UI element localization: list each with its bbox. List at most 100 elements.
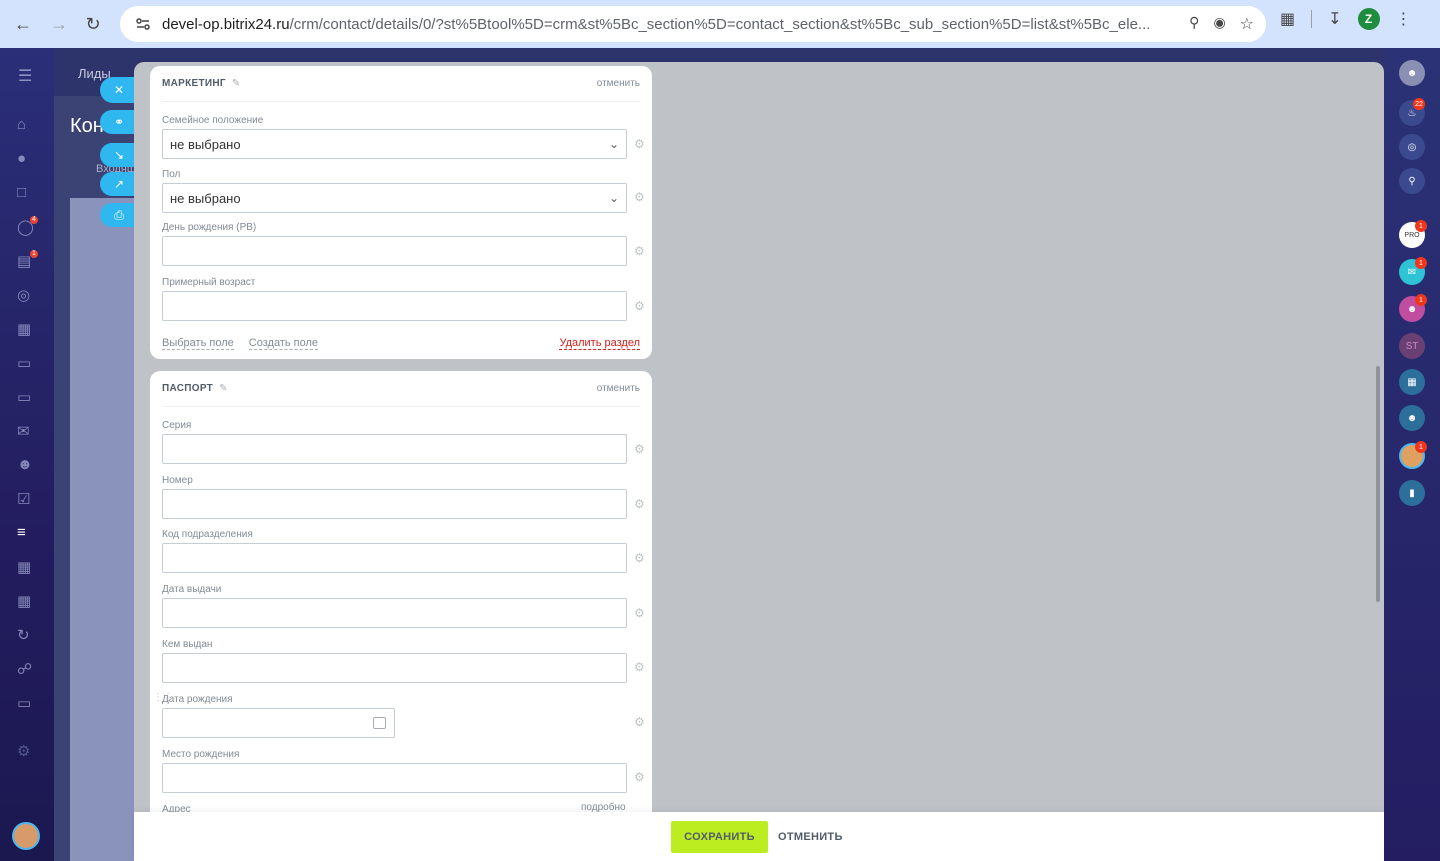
contacts-icon[interactable]: ☻ (17, 456, 37, 476)
profile-avatar[interactable]: Z (1357, 8, 1380, 30)
print-button[interactable]: ⎙ (100, 203, 138, 227)
field-settings-gear-icon[interactable]: ⚙ (634, 606, 645, 620)
monitor-icon[interactable]: □ (17, 184, 37, 204)
minimize-button[interactable]: ↘ (100, 143, 138, 167)
delete-section-link[interactable]: Удалить раздел (559, 337, 640, 350)
birthday-rv-input[interactable] (162, 236, 627, 266)
notifications-badge: 22 (1413, 98, 1425, 110)
field-label: Кем выдан (162, 639, 213, 650)
channels-badge: 1 (1415, 257, 1427, 269)
store-icon[interactable]: ▦ (17, 592, 37, 612)
field-division-code: Код подразделения ⚙ (162, 529, 645, 573)
back-icon[interactable]: ← (6, 7, 40, 41)
issued-by-input[interactable] (162, 653, 627, 683)
create-field-link[interactable]: Создать поле (248, 337, 319, 350)
field-settings-gear-icon[interactable]: ⚙ (634, 137, 645, 151)
section-cancel-link[interactable]: отменить (597, 78, 640, 89)
mail-icon[interactable]: ✉ (17, 422, 37, 442)
field-settings-gear-icon[interactable]: ⚙ (634, 660, 645, 674)
target-icon[interactable]: ◎ (17, 286, 37, 306)
birth-date-input[interactable] (162, 708, 395, 738)
menu-icon[interactable]: ⋮ (1396, 9, 1412, 29)
field-label: День рождения (РВ) (162, 222, 257, 233)
select-field-link[interactable]: Выбрать поле (162, 337, 234, 350)
chat-badge: 4 (30, 216, 38, 224)
birth-place-input[interactable] (162, 763, 627, 793)
address-bar[interactable]: devel-op.bitrix24.ru/crm/contact/details… (120, 6, 1266, 42)
field-birthday-rv: День рождения (РВ) ⚙ (162, 222, 645, 266)
field-birth-place: Место рождения ⚙ (162, 749, 645, 793)
eye-off-icon[interactable]: ◉ (1213, 14, 1225, 34)
cancel-button[interactable]: ОТМЕНИТЬ (778, 821, 843, 853)
crm-icon[interactable]: ≡ (17, 524, 37, 544)
forward-icon[interactable]: → (42, 7, 76, 41)
zoom-icon[interactable]: ⚲ (1189, 14, 1199, 34)
field-settings-gear-icon[interactable]: ⚙ (634, 190, 645, 204)
file-icon[interactable]: ▭ (17, 694, 37, 714)
field-label: Номер (162, 475, 193, 486)
division-code-input[interactable] (162, 543, 627, 573)
field-settings-gear-icon[interactable]: ⚙ (634, 551, 645, 565)
external-link-icon: ↗ (113, 177, 125, 191)
site-info-icon[interactable] (134, 15, 152, 33)
cart-icon[interactable]: ☍ (17, 660, 37, 680)
edit-title-pencil-icon[interactable]: ✎ (219, 383, 228, 394)
field-label: Дата рождения (162, 694, 233, 705)
number-input[interactable] (162, 489, 627, 519)
save-button[interactable]: СОХРАНИТЬ (671, 821, 768, 853)
document-icon[interactable]: ▭ (17, 354, 37, 374)
separator (1311, 10, 1313, 28)
approx-age-input[interactable] (162, 291, 627, 321)
user-clock-icon[interactable]: ☻ (1399, 405, 1425, 431)
download-icon[interactable]: ↧ (1328, 9, 1341, 29)
section-title: ПАСПОРТ (162, 383, 214, 394)
field-issued-by: Кем выдан ⚙ (162, 639, 645, 683)
checklist-icon[interactable]: ☑ (17, 490, 37, 510)
contact-slider: МАРКЕТИНГ ✎ отменить Семейное положение н… (134, 62, 1384, 861)
copy-link-button[interactable]: ⚭ (100, 110, 138, 134)
marital-status-select[interactable]: не выбрано ⌄ (162, 129, 627, 159)
activity-icon[interactable]: ● (17, 150, 37, 170)
user-profile-icon[interactable]: ☻ (1399, 60, 1425, 86)
field-issue-date: Дата выдачи ⚙ (162, 584, 645, 628)
bookmark-icon[interactable]: ▮ (1399, 480, 1425, 506)
calendar-icon[interactable]: ▦ (17, 320, 37, 340)
section-cancel-link[interactable]: отменить (597, 383, 640, 394)
tasks-badge: 1 (30, 250, 38, 258)
field-settings-gear-icon[interactable]: ⚙ (634, 715, 645, 729)
section-header: ПАСПОРТ ✎ отменить (162, 371, 640, 407)
st-user-avatar[interactable]: ST (1399, 333, 1425, 359)
drive-icon[interactable]: ▭ (17, 388, 37, 408)
field-label: Код подразделения (162, 529, 253, 540)
planner-icon[interactable]: ▦ (17, 558, 37, 578)
field-settings-gear-icon[interactable]: ⚙ (634, 497, 645, 511)
slider-scrollbar[interactable] (1376, 366, 1380, 602)
field-label: Пол (162, 169, 181, 180)
user-avatar[interactable] (12, 822, 40, 850)
chevron-down-icon: ⌄ (608, 137, 619, 151)
field-settings-gear-icon[interactable]: ⚙ (634, 299, 645, 313)
calendar-icon[interactable] (373, 717, 386, 729)
issue-date-input[interactable] (162, 598, 627, 628)
home-icon[interactable]: ⌂ (17, 116, 37, 136)
edit-title-pencil-icon[interactable]: ✎ (232, 78, 241, 89)
extensions-icon[interactable]: ▦ (1280, 9, 1295, 29)
reload-icon[interactable]: ↻ (76, 7, 110, 41)
sync-icon[interactable]: ↻ (17, 626, 37, 646)
field-settings-gear-icon[interactable]: ⚙ (634, 442, 645, 456)
gender-select[interactable]: не выбрано ⌄ (162, 183, 627, 213)
field-settings-gear-icon[interactable]: ⚙ (634, 244, 645, 258)
series-input[interactable] (162, 434, 627, 464)
link-icon: ⚭ (113, 115, 125, 129)
copilot-icon[interactable]: ◎ (1399, 134, 1425, 160)
close-slider-button[interactable]: ✕ (100, 77, 138, 103)
notes-icon[interactable]: ▦ (1399, 369, 1425, 395)
open-new-window-button[interactable]: ↗ (100, 172, 138, 196)
burger-menu-icon[interactable]: ☰ (18, 66, 32, 86)
field-gender: Пол не выбрано ⌄ ⚙ (162, 169, 645, 213)
search-chat-icon[interactable]: ⚲ (1399, 168, 1425, 194)
field-settings-gear-icon[interactable]: ⚙ (634, 770, 645, 784)
settings-icon[interactable]: ⚙ (17, 742, 37, 762)
section-title: МАРКЕТИНГ (162, 78, 226, 89)
bookmark-star-icon[interactable]: ☆ (1240, 14, 1254, 34)
